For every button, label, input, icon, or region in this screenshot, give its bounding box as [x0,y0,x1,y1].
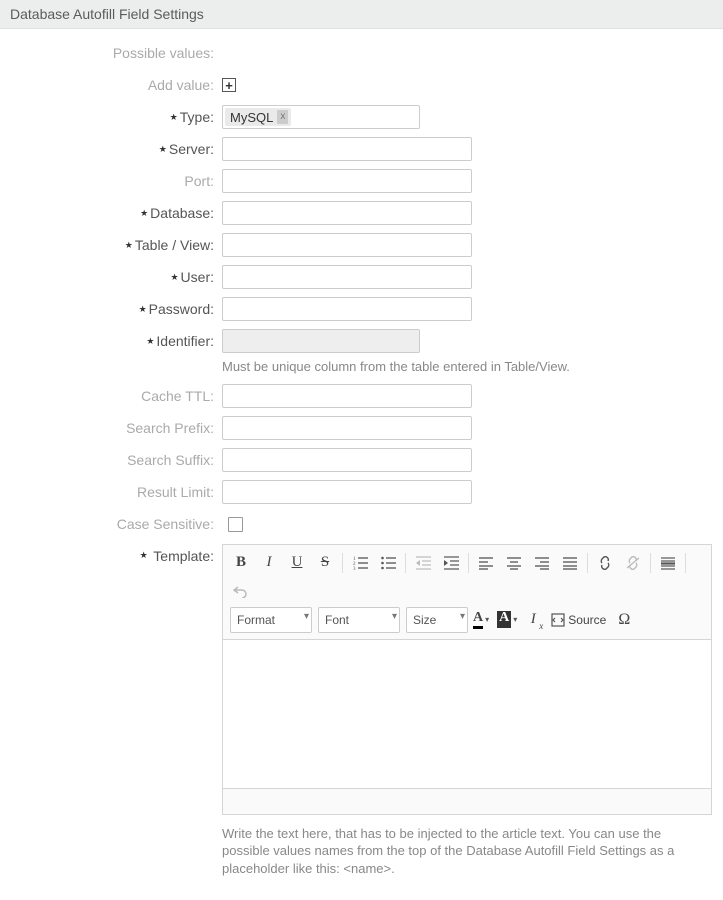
undo-icon[interactable] [227,577,255,605]
label-search-prefix: Search Prefix: [0,416,222,436]
label-result-limit: Result Limit: [0,480,222,500]
toolbar-separator [342,553,343,573]
template-editor: B I U S 123 [222,544,712,815]
source-button[interactable]: Source [547,606,610,634]
size-select[interactable]: Size [403,605,471,635]
label-add-value: Add value: [0,73,222,93]
italic-button[interactable]: I [255,549,283,577]
search-suffix-input[interactable] [222,448,472,472]
add-value-plus-icon[interactable]: + [222,78,236,92]
identifier-input[interactable] [222,329,420,353]
bg-color-button[interactable]: A▾ [495,606,519,634]
bold-button[interactable]: B [227,549,255,577]
case-sensitive-checkbox[interactable] [228,517,243,532]
label-server: ★Server: [0,137,222,157]
search-prefix-input[interactable] [222,416,472,440]
type-chip-label: MySQL [230,110,273,125]
align-right-icon[interactable] [528,549,556,577]
type-chip: MySQL x [225,108,291,126]
toolbar-separator [468,553,469,573]
label-user: ★User: [0,265,222,285]
label-type: ★Type: [0,105,222,125]
unlink-icon[interactable] [619,549,647,577]
database-input[interactable] [222,201,472,225]
format-select[interactable]: Format [227,605,315,635]
align-center-icon[interactable] [500,549,528,577]
toolbar-separator [685,553,686,573]
template-hint: Write the text here, that has to be inje… [222,825,702,878]
server-input[interactable] [222,137,472,161]
label-identifier: ★Identifier: [0,329,222,349]
unordered-list-icon[interactable] [374,549,402,577]
font-select[interactable]: Font [315,605,403,635]
label-case-sensitive: Case Sensitive: [0,512,222,532]
identifier-hint: Must be unique column from the table ent… [222,358,570,376]
editor-footer [223,788,711,814]
template-textarea[interactable] [223,640,711,788]
horizontal-rule-icon[interactable] [654,549,682,577]
label-port: Port: [0,169,222,189]
page-title: Database Autofill Field Settings [10,6,204,22]
strike-button[interactable]: S [311,549,339,577]
port-input[interactable] [222,169,472,193]
text-color-button[interactable]: A▾ [471,606,491,634]
label-possible-values: Possible values: [0,41,222,61]
page-header: Database Autofill Field Settings [0,0,723,29]
type-input[interactable]: MySQL x [222,105,420,129]
password-input[interactable] [222,297,472,321]
editor-toolbar: B I U S 123 [223,545,711,640]
indent-icon[interactable] [437,549,465,577]
outdent-icon[interactable] [409,549,437,577]
label-search-suffix: Search Suffix: [0,448,222,468]
type-chip-remove-icon[interactable]: x [277,110,288,124]
cache-ttl-input[interactable] [222,384,472,408]
svg-text:3: 3 [353,567,356,570]
label-database: ★Database: [0,201,222,221]
toolbar-separator [650,553,651,573]
toolbar-separator [405,553,406,573]
clear-format-icon[interactable]: Ix [519,606,547,634]
toolbar-separator [587,553,588,573]
table-view-input[interactable] [222,233,472,257]
label-table-view: ★Table / View: [0,233,222,253]
label-password: ★Password: [0,297,222,317]
user-input[interactable] [222,265,472,289]
special-char-icon[interactable]: Ω [610,606,638,634]
result-limit-input[interactable] [222,480,472,504]
align-left-icon[interactable] [472,549,500,577]
ordered-list-icon[interactable]: 123 [346,549,374,577]
form-body: Possible values: Add value: + ★Type: MyS… [0,29,723,900]
link-icon[interactable] [591,549,619,577]
align-justify-icon[interactable] [556,549,584,577]
underline-button[interactable]: U [283,549,311,577]
label-template: ★ Template: [0,544,222,564]
label-cache-ttl: Cache TTL: [0,384,222,404]
